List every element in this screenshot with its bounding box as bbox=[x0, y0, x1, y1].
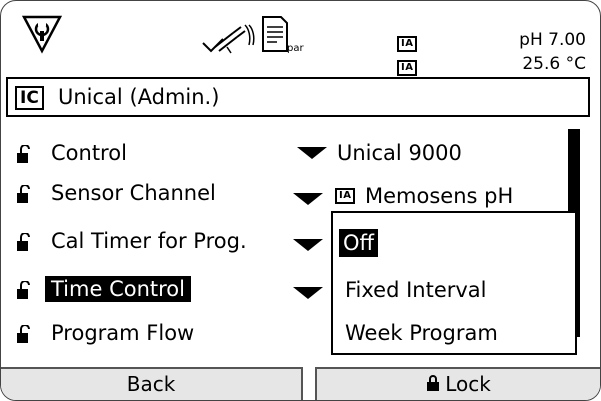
dropdown-arrow-icon[interactable] bbox=[293, 287, 323, 299]
unlocked-padlock-icon bbox=[17, 324, 31, 343]
temperature-readout: 25.6 °C bbox=[522, 54, 586, 74]
maintenance-wrench-icon[interactable] bbox=[21, 13, 63, 55]
menu-label: Cal Timer for Prog. bbox=[51, 229, 247, 253]
unlocked-padlock-icon bbox=[17, 144, 31, 163]
indicator-ia-1: IA bbox=[397, 36, 418, 52]
dropdown-option-selected[interactable]: Off bbox=[339, 229, 378, 257]
channel-badge: IA bbox=[335, 188, 356, 204]
menu-row-sensor-channel[interactable]: Sensor Channel IA Memosens pH bbox=[1, 173, 600, 213]
time-control-dropdown[interactable]: Off Fixed Interval Week Program bbox=[331, 211, 577, 355]
mode-title: Unical (Admin.) bbox=[58, 85, 220, 109]
mode-bar: IC Unical (Admin.) bbox=[6, 77, 590, 117]
unlocked-padlock-icon bbox=[17, 232, 31, 251]
mode-badge: IC bbox=[15, 86, 44, 110]
dropdown-option[interactable]: Fixed Interval bbox=[341, 276, 491, 304]
menu-value: Unical 9000 bbox=[337, 141, 462, 165]
menu-label: Program Flow bbox=[51, 321, 195, 345]
unlocked-padlock-icon bbox=[17, 280, 31, 299]
status-indicators: IA bbox=[397, 31, 418, 52]
lock-icon bbox=[427, 369, 440, 399]
parameter-document-icon: par bbox=[261, 15, 309, 59]
menu-value: Memosens pH bbox=[365, 184, 514, 208]
dropdown-arrow-icon[interactable] bbox=[297, 147, 327, 159]
menu-row-control[interactable]: Control Unical 9000 bbox=[1, 133, 600, 173]
ph-readout: pH 7.00 bbox=[519, 30, 586, 50]
doc-icon-label: par bbox=[287, 43, 304, 54]
menu-label: Sensor Channel bbox=[51, 181, 216, 205]
unlocked-padlock-icon bbox=[17, 184, 31, 203]
back-softkey[interactable]: Back bbox=[1, 367, 303, 400]
dropdown-option[interactable]: Week Program bbox=[341, 319, 502, 347]
status-indicators-2: IA bbox=[397, 55, 418, 76]
menu-label: Control bbox=[51, 141, 127, 165]
lock-softkey-label: Lock bbox=[445, 372, 491, 396]
device-screen: par IA IA pH 7.00 25.6 °C IC Unical (Adm… bbox=[0, 0, 601, 401]
lock-softkey[interactable]: Lock bbox=[315, 367, 600, 400]
dropdown-arrow-icon[interactable] bbox=[293, 239, 323, 251]
menu-label-selected: Time Control bbox=[45, 276, 191, 302]
probe-sensor-icon bbox=[201, 23, 257, 57]
back-softkey-label: Back bbox=[126, 372, 176, 396]
dropdown-arrow-icon[interactable] bbox=[293, 193, 323, 205]
indicator-ia-2: IA bbox=[397, 60, 418, 76]
